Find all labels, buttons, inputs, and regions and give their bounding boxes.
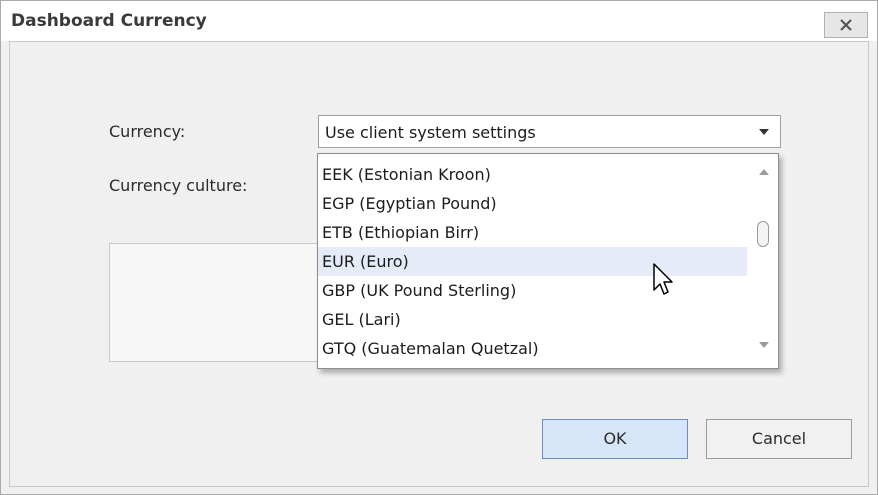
list-item-hovered[interactable]: EUR (Euro) (318, 247, 747, 276)
list-item[interactable]: GTQ (Guatemalan Quetzal) (318, 334, 747, 363)
list-item[interactable]: EGP (Egyptian Pound) (318, 189, 747, 218)
currency-select-value: Use client system settings (325, 123, 536, 142)
currency-label: Currency: (109, 122, 186, 141)
currency-select[interactable]: Use client system settings (318, 115, 781, 148)
cancel-button[interactable]: Cancel (706, 419, 852, 459)
scroll-up-icon[interactable] (759, 169, 769, 175)
list-item[interactable]: GEL (Lari) (318, 305, 747, 334)
scroll-down-icon[interactable] (759, 342, 769, 348)
currency-dialog: Dashboard Currency Currency: Currency cu… (0, 0, 878, 495)
chevron-down-icon[interactable] (759, 129, 769, 135)
mouse-pointer-icon (653, 263, 673, 295)
ok-button[interactable]: OK (542, 419, 688, 459)
title-bar: Dashboard Currency (1, 1, 877, 41)
close-icon (840, 19, 852, 31)
currency-dropdown-list[interactable]: EEK (Estonian Kroon) EGP (Egyptian Pound… (317, 153, 779, 369)
dropdown-items: EEK (Estonian Kroon) EGP (Egyptian Pound… (318, 160, 747, 363)
dropdown-scrollbar[interactable] (751, 154, 778, 368)
list-item[interactable]: EEK (Estonian Kroon) (318, 160, 747, 189)
currency-culture-label: Currency culture: (109, 176, 248, 195)
dialog-title: Dashboard Currency (11, 11, 207, 31)
list-item[interactable]: ETB (Ethiopian Birr) (318, 218, 747, 247)
close-button[interactable] (824, 12, 868, 38)
scroll-thumb[interactable] (757, 221, 769, 247)
list-item[interactable]: GBP (UK Pound Sterling) (318, 276, 747, 305)
